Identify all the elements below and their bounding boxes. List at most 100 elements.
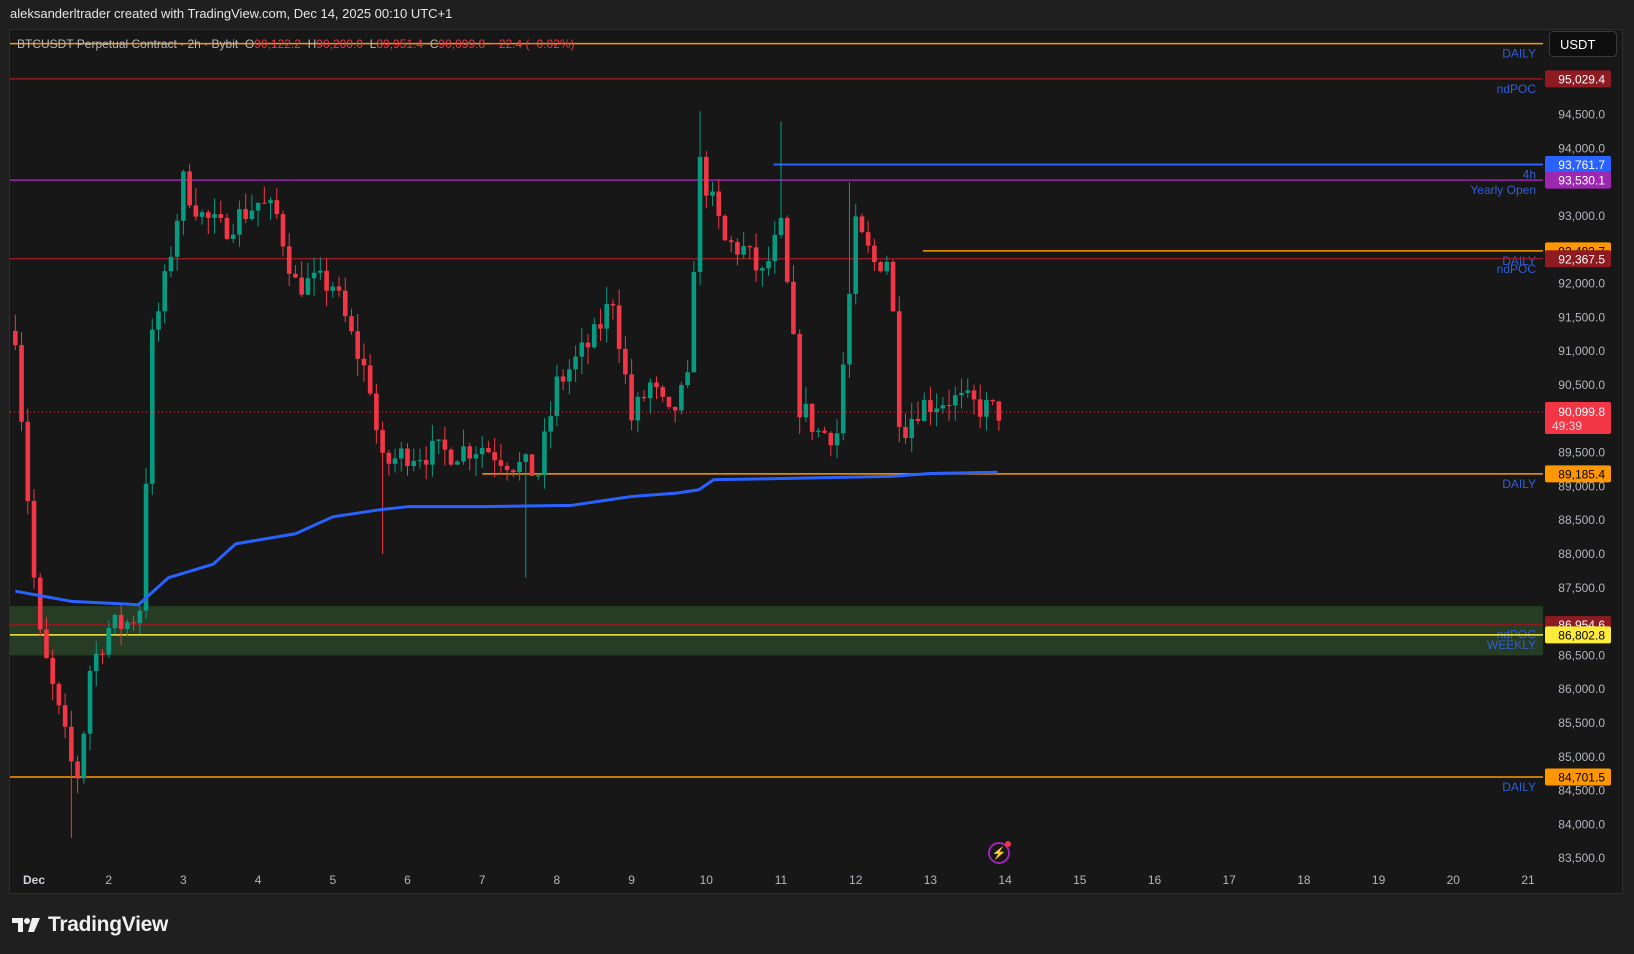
candle-body: [791, 281, 796, 334]
candle-body: [946, 405, 952, 407]
candle-body: [965, 390, 971, 393]
candle-body: [990, 399, 995, 402]
candle-body: [13, 330, 18, 346]
candle-body: [971, 390, 977, 400]
candle-body: [928, 400, 933, 413]
candle-body: [915, 418, 921, 421]
change-value: −22.4 (−0.02%): [491, 37, 575, 51]
candle-body: [909, 418, 915, 439]
tradingview-logo-icon: [12, 918, 40, 932]
lightning-alert-icon[interactable]: ⚡: [988, 841, 1011, 864]
candle-body: [797, 333, 802, 418]
candle-body: [585, 342, 591, 348]
candle-body: [890, 261, 896, 312]
candle-body: [336, 286, 342, 291]
candle-body: [747, 246, 753, 248]
candle-body: [847, 293, 852, 365]
candle-body: [461, 446, 466, 462]
candle-body: [75, 761, 80, 779]
candle-body: [255, 202, 261, 211]
time-axis-label: 12: [849, 873, 863, 887]
candle-body: [448, 449, 454, 465]
price-axis-label: 92,000.0: [1558, 277, 1605, 291]
time-axis-label: 13: [924, 873, 938, 887]
candle-body: [996, 401, 1002, 421]
candle-body: [405, 448, 410, 467]
price-axis-label: 88,000.0: [1558, 547, 1605, 561]
candle-body: [573, 356, 578, 370]
candle-body: [87, 670, 93, 734]
candle-body: [511, 470, 516, 473]
candle-body: [872, 245, 877, 263]
price-tag-text: 92,367.5: [1558, 252, 1605, 266]
candle-body: [940, 405, 946, 409]
time-axis-label: 19: [1372, 873, 1386, 887]
level-label: 4h: [1523, 168, 1536, 182]
candle-body: [162, 271, 168, 312]
candle-body: [19, 345, 24, 422]
time-axis-label: 7: [479, 873, 486, 887]
candle-body: [685, 372, 690, 385]
price-chart[interactable]: DAILYndPOC4hYearly OpenDAILYndPOCDAILYnd…: [0, 0, 1634, 954]
candle-body: [100, 653, 105, 655]
candle-body: [50, 657, 55, 684]
price-tag-text: 89,185.4: [1558, 467, 1605, 481]
candle-body: [442, 439, 448, 450]
candle-body: [865, 232, 871, 246]
level-label: DAILY: [1502, 47, 1536, 61]
candle-body: [953, 395, 958, 406]
candle-body: [884, 261, 890, 272]
time-axis-label: 8: [554, 873, 561, 887]
candle-body: [81, 733, 87, 779]
time-axis-label: 4: [255, 873, 262, 887]
candle-body: [741, 246, 746, 255]
candle-body: [293, 273, 298, 278]
candle-body: [436, 439, 441, 441]
price-axis-label: 84,000.0: [1558, 817, 1605, 831]
candle-body: [479, 448, 485, 455]
candle-body: [361, 358, 367, 366]
symbol-name: BTCUSDT Perpetual Contract · 2h · Bybit: [17, 37, 239, 51]
candle-body: [355, 331, 360, 359]
candle-body: [430, 440, 435, 465]
level-label: WEEKLY: [1487, 638, 1536, 652]
candle-body: [206, 212, 211, 218]
candle-body: [816, 430, 821, 432]
candle-body: [93, 653, 99, 671]
price-axis-label: 86,000.0: [1558, 682, 1605, 696]
candle-body: [697, 156, 703, 272]
candle-body: [149, 329, 155, 484]
candle-body: [299, 277, 304, 295]
candle-body: [156, 311, 161, 330]
time-axis-label: 15: [1073, 873, 1087, 887]
time-axis-label: 3: [180, 873, 187, 887]
candle-body: [199, 212, 205, 217]
candle-body: [143, 483, 149, 611]
candle-body: [423, 460, 429, 465]
price-axis-label: 91,000.0: [1558, 344, 1605, 358]
candle-body: [212, 214, 217, 218]
candle-body: [125, 622, 130, 630]
candle-body: [112, 614, 118, 629]
price-tag-text: 93,761.7: [1558, 158, 1605, 172]
high-value: 90,200.0: [316, 37, 363, 51]
candle-body: [37, 577, 43, 630]
candle-body: [168, 256, 174, 272]
price-axis-label: 88,500.0: [1558, 513, 1605, 527]
candle-body: [311, 272, 317, 279]
time-axis-label: 21: [1521, 873, 1535, 887]
symbol-legend[interactable]: BTCUSDT Perpetual Contract · 2h · Bybit …: [17, 37, 575, 51]
candle-body: [106, 628, 111, 655]
candle-body: [623, 348, 628, 375]
candle-body: [760, 268, 765, 271]
candle-body: [921, 400, 927, 421]
candle-body: [473, 454, 479, 459]
candle-body: [137, 610, 143, 624]
price-tag-text: 86,802.8: [1558, 628, 1605, 642]
level-label: DAILY: [1502, 477, 1536, 491]
currency-selector[interactable]: USDT: [1549, 31, 1617, 57]
candle-body: [69, 726, 74, 762]
candle-body: [840, 364, 846, 434]
candle-body: [679, 384, 684, 411]
candle-body: [548, 416, 553, 432]
